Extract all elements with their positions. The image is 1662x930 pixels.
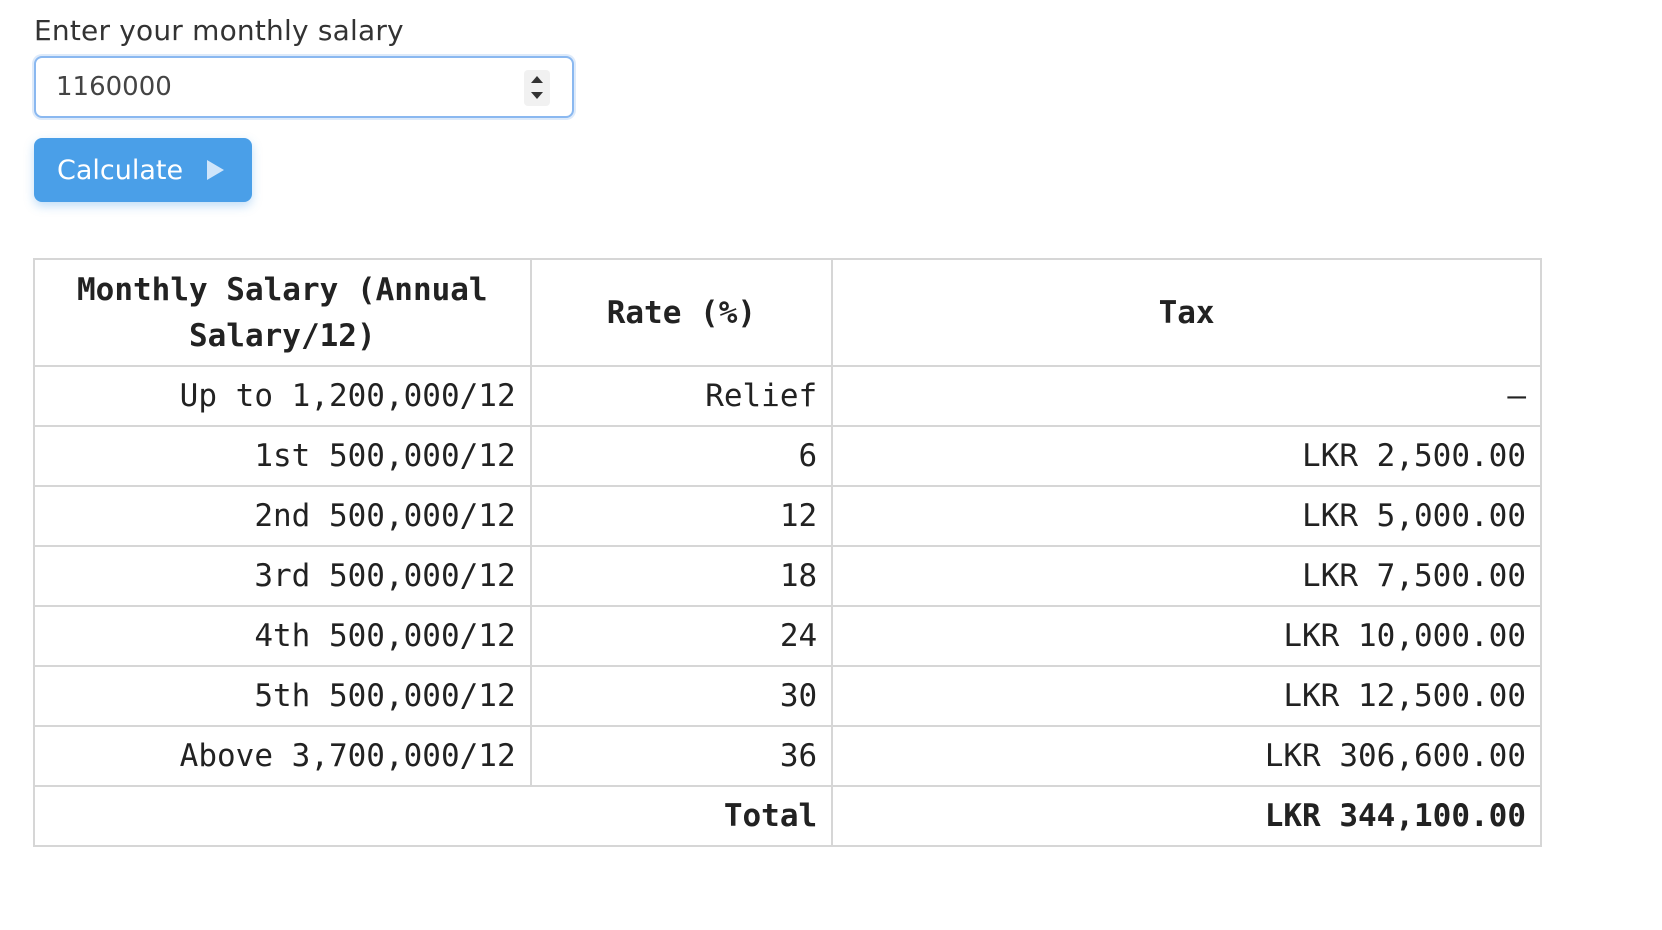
chevron-up-icon[interactable]	[524, 70, 550, 88]
table-row: 5th 500,000/12 30 LKR 12,500.00	[33, 665, 1542, 727]
cell-tax: LKR 12,500.00	[831, 665, 1542, 727]
cell-rate: 6	[529, 425, 834, 487]
cell-salary: Above 3,700,000/12	[33, 725, 532, 787]
cell-tax: LKR 5,000.00	[831, 485, 1542, 547]
cell-tax: LKR 306,600.00	[831, 725, 1542, 787]
total-row: Total LKR 344,100.00	[32, 785, 1542, 847]
calculate-button-label: Calculate	[57, 154, 184, 186]
cell-rate: 30	[529, 665, 834, 727]
cell-tax: LKR 2,500.00	[831, 425, 1542, 487]
cell-salary: 2nd 500,000/12	[33, 485, 532, 547]
salary-input[interactable]	[56, 66, 516, 108]
cell-salary: 5th 500,000/12	[33, 665, 532, 727]
header-rate: Rate (%)	[529, 258, 834, 367]
total-label: Total	[32, 785, 834, 847]
table-row: Above 3,700,000/12 36 LKR 306,600.00	[33, 725, 1542, 787]
table-row: Up to 1,200,000/12 Relief –	[33, 365, 1542, 427]
total-tax: LKR 344,100.00	[831, 785, 1542, 847]
table-row: 2nd 500,000/12 12 LKR 5,000.00	[33, 485, 1542, 547]
calculate-button[interactable]: Calculate	[34, 138, 252, 202]
table-row: 1st 500,000/12 6 LKR 2,500.00	[33, 425, 1542, 487]
quantity-stepper[interactable]	[524, 70, 550, 106]
cell-salary: 4th 500,000/12	[33, 605, 532, 667]
cell-tax: LKR 7,500.00	[831, 545, 1542, 607]
cell-tax: –	[831, 365, 1542, 427]
salary-field[interactable]	[34, 56, 574, 118]
header-tax: Tax	[831, 258, 1542, 367]
cell-rate: 36	[529, 725, 834, 787]
cell-rate: 18	[529, 545, 834, 607]
chevron-down-icon[interactable]	[524, 88, 550, 106]
play-icon	[207, 160, 225, 180]
cell-tax: LKR 10,000.00	[831, 605, 1542, 667]
table-row: 3rd 500,000/12 18 LKR 7,500.00	[33, 545, 1542, 607]
cell-salary: 3rd 500,000/12	[33, 545, 532, 607]
cell-rate: 12	[529, 485, 834, 547]
tax-table: Monthly Salary (Annual Salary/12) Rate (…	[32, 258, 1542, 847]
cell-salary: 1st 500,000/12	[33, 425, 532, 487]
salary-label: Enter your monthly salary	[34, 14, 404, 47]
table-row: 4th 500,000/12 24 LKR 10,000.00	[33, 605, 1542, 667]
table-header-row: Monthly Salary (Annual Salary/12) Rate (…	[33, 258, 1542, 367]
cell-rate: 24	[529, 605, 834, 667]
cell-rate: Relief	[529, 365, 834, 427]
cell-salary: Up to 1,200,000/12	[33, 365, 532, 427]
header-salary: Monthly Salary (Annual Salary/12)	[33, 258, 532, 367]
